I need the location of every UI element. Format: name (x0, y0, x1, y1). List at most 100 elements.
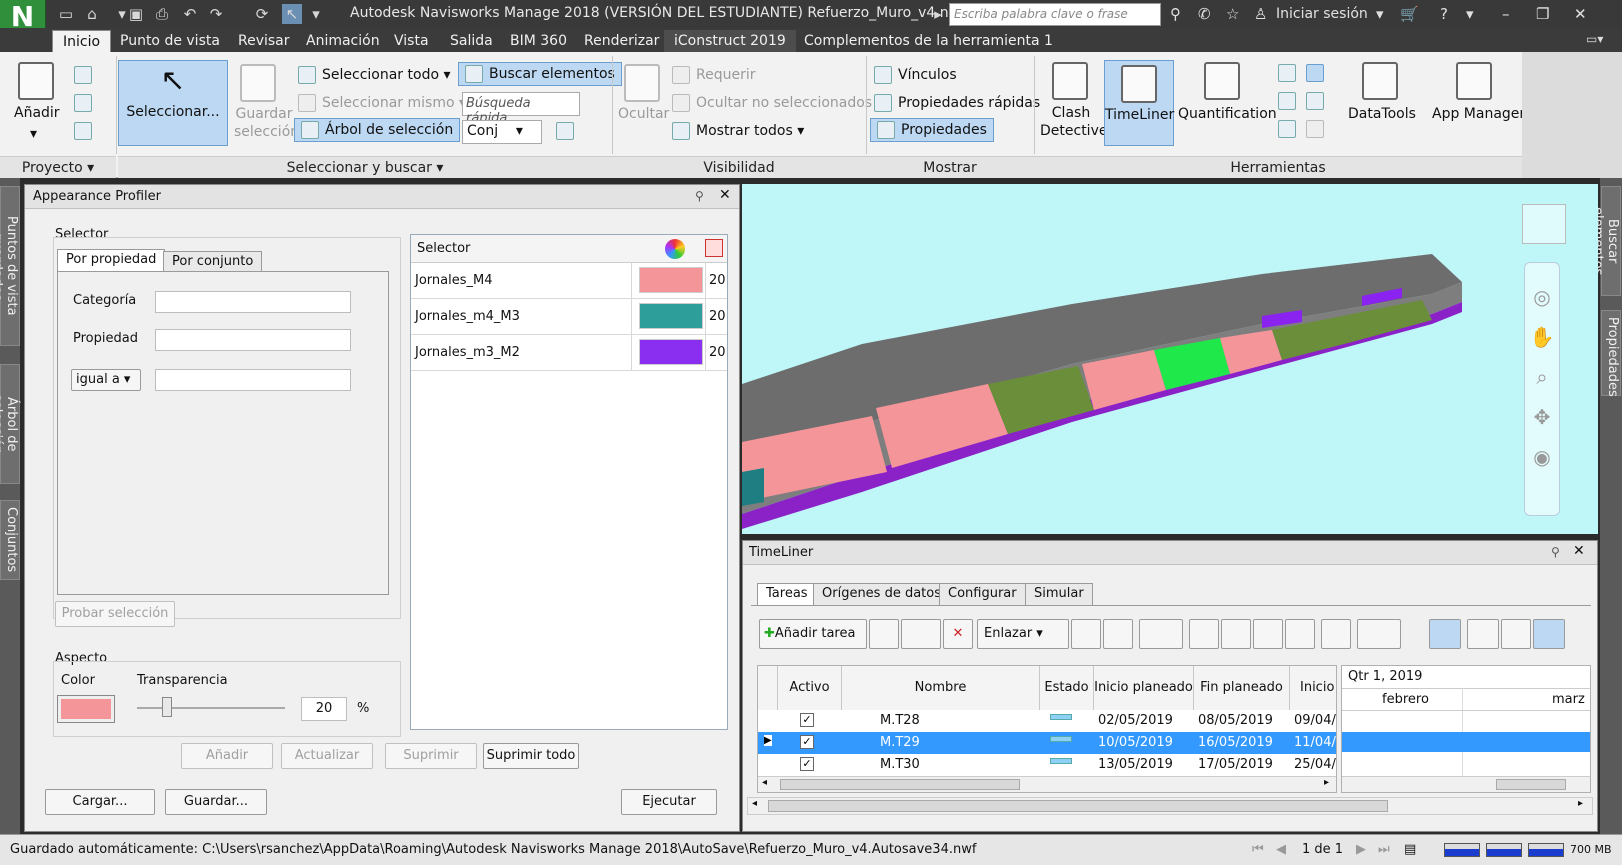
save-button[interactable]: Guardar... (165, 789, 267, 815)
tab-tasks[interactable]: Tareas (757, 583, 817, 605)
help-dropdown-icon[interactable]: ▾ (1466, 4, 1474, 24)
signin-dropdown-icon[interactable]: ▾ (1376, 4, 1384, 24)
selector-row[interactable]: Jornales_m4_M3 20 (411, 299, 727, 335)
update-button[interactable]: Actualizar (281, 743, 373, 769)
first-page-icon[interactable]: ⏮ (1252, 835, 1264, 865)
next-page-icon[interactable]: ▶ (1356, 835, 1366, 865)
column-active[interactable]: Activo (778, 666, 842, 710)
close-window-icon[interactable]: ✕ (1574, 4, 1587, 24)
zoom-icon[interactable]: ⌕ (1525, 357, 1559, 397)
task-row[interactable]: ▶ ✓ M.T29 10/05/2019 16/05/2019 11/04/201 (758, 732, 1336, 754)
batch-utility-icon[interactable] (1278, 120, 1296, 138)
minimize-icon[interactable]: – (1502, 4, 1510, 24)
tab-simulate[interactable]: Simular (1025, 583, 1093, 605)
find-items-icon[interactable] (1139, 619, 1183, 649)
selector-color-swatch[interactable] (639, 303, 703, 329)
view-actual-icon[interactable] (1501, 619, 1531, 649)
links-button[interactable]: Vínculos (874, 66, 957, 84)
property-input[interactable] (155, 329, 351, 351)
tab-configure[interactable]: Configurar (939, 583, 1026, 605)
pan-icon[interactable]: ✋ (1525, 317, 1559, 357)
category-input[interactable] (155, 291, 351, 313)
app-manager-button[interactable]: App Manager (1432, 106, 1525, 122)
auto-add-icon[interactable] (901, 619, 941, 649)
gantt-hscrollbar[interactable] (1342, 776, 1590, 792)
tab-inicio[interactable]: Inicio (52, 30, 112, 52)
quantification-button[interactable]: Quantification (1178, 106, 1277, 122)
require-button[interactable]: Requerir (672, 66, 756, 84)
show-all-button[interactable]: Mostrar todos ▾ (672, 122, 804, 140)
selector-color-swatch[interactable] (639, 267, 703, 293)
tab-saved-viewpoints[interactable]: Puntos de vista guardados (0, 186, 20, 346)
scroll-right-icon[interactable]: ▸ (1578, 798, 1583, 809)
search-expand-icon[interactable]: ▸ (928, 4, 948, 24)
tab-bim360[interactable]: BIM 360 (500, 30, 577, 52)
color-picker[interactable] (57, 695, 115, 723)
user-icon[interactable]: ♙ (1254, 4, 1267, 24)
find-items-button[interactable]: Buscar elementos (458, 62, 622, 86)
pin-icon[interactable]: ⚲ (695, 189, 704, 203)
table-hscrollbar[interactable]: ◂ ▸ (758, 776, 1336, 792)
autodesk-rendering-icon[interactable] (1306, 120, 1324, 138)
select-same-button[interactable]: Seleccionar mismo ▾ (298, 94, 466, 112)
viewcube[interactable] (1522, 204, 1566, 244)
move-down-icon[interactable] (1221, 619, 1251, 649)
group-seleccionar-buscar[interactable]: Seleccionar y buscar ▾ (118, 156, 612, 178)
scroll-thumb[interactable] (768, 800, 1388, 812)
help-search-input[interactable]: Escriba palabra clave o frase (949, 3, 1161, 26)
new-icon[interactable]: ▭ (56, 4, 76, 24)
save-selection-button[interactable]: Guardar selección (234, 105, 299, 141)
refresh-icon[interactable]: ⟳ (252, 4, 272, 24)
outdent-icon[interactable] (1285, 619, 1315, 649)
selector-row[interactable]: Jornales_m3_M2 20 (411, 335, 727, 371)
link-button[interactable]: Enlazar ▾ (977, 619, 1069, 649)
quick-properties-button[interactable]: Propiedades rápidas (874, 94, 1040, 112)
scroll-thumb[interactable] (1496, 779, 1566, 790)
tab-by-set[interactable]: Por conjunto (163, 251, 263, 271)
redo-icon[interactable]: ↷ (206, 4, 226, 24)
transparency-input[interactable]: 20 (301, 697, 347, 721)
tab-properties[interactable]: Propiedades (1601, 310, 1621, 397)
selector-row[interactable]: Jornales_M4 20 (411, 263, 727, 299)
steering-wheel-icon[interactable]: ◎ (1525, 277, 1559, 317)
help-icon[interactable]: ? (1440, 4, 1448, 24)
select-button[interactable]: ↖ Seleccionar... (118, 60, 228, 146)
tab-by-property[interactable]: Por propiedad (57, 249, 166, 271)
merge-icon[interactable] (74, 94, 92, 112)
tab-sets[interactable]: Conjuntos (0, 500, 20, 580)
column-status[interactable]: Estado (1040, 666, 1094, 710)
transparency-slider-thumb[interactable] (161, 697, 172, 717)
select-all-button[interactable]: Seleccionar todo ▾ (298, 66, 451, 84)
transparency-slider-track[interactable] (137, 707, 285, 709)
datatools-button[interactable]: DataTools (1348, 106, 1416, 122)
delete-task-icon[interactable]: ✕ (943, 619, 973, 649)
add-dropdown-icon[interactable]: ▾ (30, 126, 37, 142)
task-row[interactable]: ✓ M.T28 02/05/2019 08/05/2019 09/04/201 (758, 710, 1336, 732)
close-panel-icon[interactable]: ✕ (1573, 543, 1585, 559)
3d-viewport[interactable]: ◎ ✋ ⌕ ✥ ◉ (742, 184, 1598, 534)
value-input[interactable] (155, 369, 351, 391)
star-icon[interactable]: ☆ (1226, 4, 1239, 24)
tab-data-sources[interactable]: Orígenes de datos (813, 583, 951, 605)
sets-dropdown[interactable]: Conj ▾ (462, 120, 542, 144)
indent-icon[interactable] (1253, 619, 1283, 649)
tab-find-items[interactable]: Buscar elementos (1590, 186, 1621, 296)
scroll-left-icon[interactable]: ◂ (752, 798, 757, 809)
signin-link[interactable]: Iniciar sesión (1276, 4, 1368, 24)
print-icon[interactable]: ⎙ (152, 4, 172, 24)
compare-icon[interactable] (1306, 92, 1324, 110)
view-planned-icon[interactable] (1467, 619, 1499, 649)
add-task-button[interactable]: ✚Añadir tarea (759, 619, 867, 649)
tab-iconstruct[interactable]: iConstruct 2019 (664, 30, 796, 52)
column-planned-start[interactable]: Inicio planeado (1094, 666, 1194, 710)
open-icon[interactable]: ⌂ (82, 4, 102, 24)
timeliner-hscrollbar[interactable]: ◂ ▸ (747, 797, 1593, 815)
properties-button[interactable]: Propiedades (870, 118, 994, 142)
tab-vista[interactable]: Vista (384, 30, 439, 52)
binoculars-icon[interactable]: ⚲ (1170, 4, 1181, 24)
view-compare-icon[interactable] (1533, 619, 1565, 649)
look-icon[interactable]: ◉ (1525, 437, 1559, 477)
select-icon[interactable]: ↖ (282, 4, 302, 24)
insert-task-icon[interactable] (869, 619, 899, 649)
manage-sets-icon[interactable] (556, 122, 574, 140)
